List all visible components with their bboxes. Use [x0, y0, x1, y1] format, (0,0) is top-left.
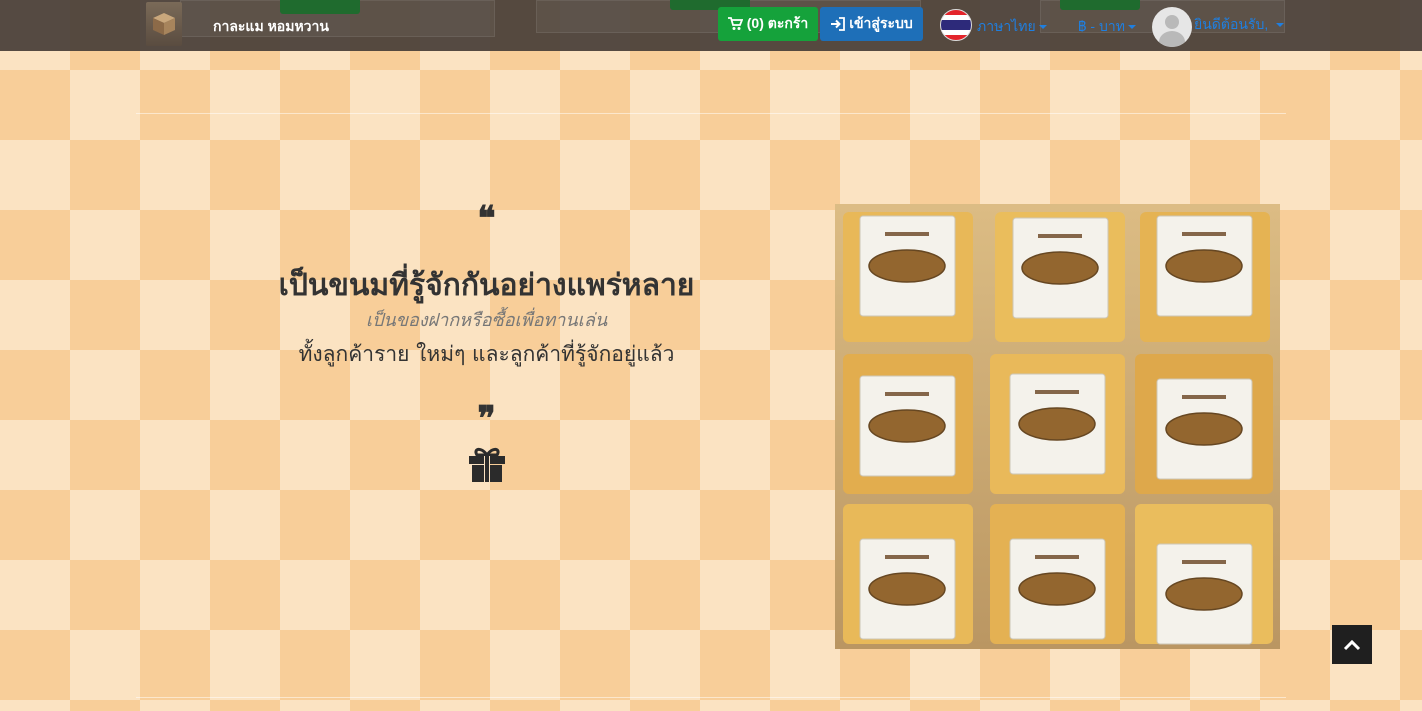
background-panel-accent	[280, 0, 360, 14]
product-photo	[835, 204, 1280, 649]
shopping-cart-icon	[727, 17, 743, 30]
hero-subline: เป็นของฝากหรือซื้อเพื่อทานเล่น	[365, 310, 608, 331]
open-quote-icon: ❝	[477, 199, 496, 239]
gift-icon	[469, 447, 505, 482]
language-label: ภาษาไทย	[977, 18, 1036, 34]
cart-button-label: (0) ตะกร้า	[746, 15, 809, 31]
brand-name[interactable]: กาละแม หอมหวาน	[213, 16, 329, 38]
avatar-head	[1165, 15, 1179, 29]
box-logo-icon	[153, 13, 175, 35]
avatar-body	[1159, 31, 1185, 47]
thai-flag-icon[interactable]	[940, 9, 972, 41]
close-quote-icon: ❞	[477, 399, 496, 439]
language-dropdown[interactable]: ภาษาไทย	[977, 16, 1047, 38]
currency-label: ฿ - บาท	[1078, 18, 1125, 34]
caret-down-icon	[1038, 25, 1047, 30]
top-navbar: กาละแม หอมหวาน (0) ตะกร้า เข้าสู่ระบบ ภา…	[0, 0, 1422, 51]
currency-dropdown[interactable]: ฿ - บาท	[1078, 16, 1136, 38]
section-divider	[136, 697, 1286, 698]
hero-headline: เป็นขนมที่รู้จักกันอย่างแพร่หลาย	[278, 268, 695, 303]
background-panel-accent	[1060, 0, 1140, 10]
product-photo-illustration	[835, 204, 1280, 649]
chevron-up-icon	[1343, 639, 1361, 650]
site-logo[interactable]	[146, 2, 182, 46]
sign-in-icon	[831, 17, 846, 31]
scroll-to-top-button[interactable]	[1332, 625, 1372, 664]
hero-body: ทั้งลูกค้าราย ใหม่ๆ และลูกค้าที่รู้จักอย…	[298, 342, 675, 366]
user-avatar[interactable]	[1152, 7, 1192, 47]
user-dropdown[interactable]: ยินดีต้อนรับ,	[1194, 14, 1285, 36]
cart-button[interactable]: (0) ตะกร้า	[718, 7, 818, 41]
caret-down-icon	[1127, 25, 1136, 30]
welcome-label: ยินดีต้อนรับ,	[1194, 16, 1269, 32]
login-button-label: เข้าสู่ระบบ	[849, 15, 913, 31]
section-divider	[136, 113, 1286, 114]
caret-down-icon	[1276, 23, 1285, 28]
login-button[interactable]: เข้าสู่ระบบ	[820, 7, 923, 41]
